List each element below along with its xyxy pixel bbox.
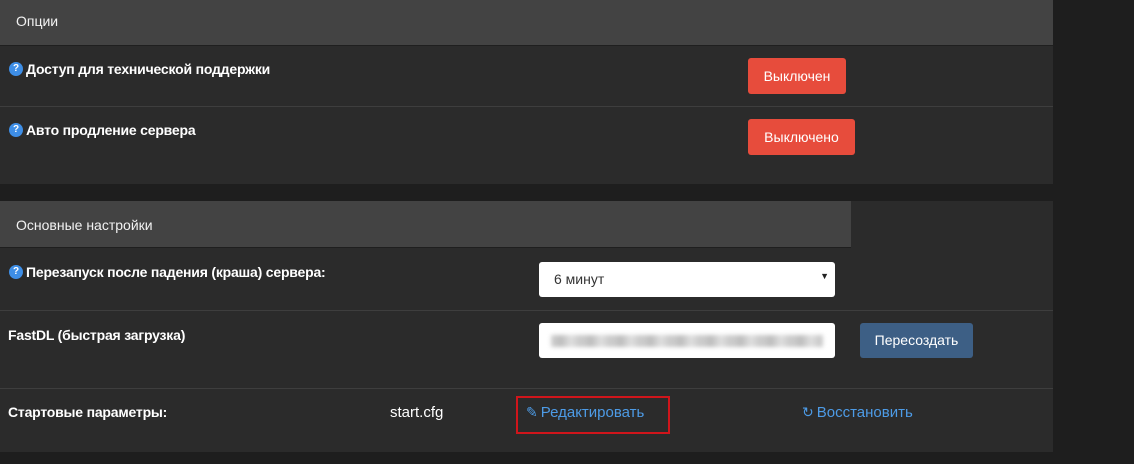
- options-panel-header: Опции: [0, 0, 1053, 46]
- main-settings-panel-title: Основные настройки: [16, 217, 153, 233]
- support-access-toggle-button[interactable]: Выключен: [748, 58, 846, 94]
- startup-params-label: Стартовые параметры:: [8, 404, 168, 420]
- refresh-icon: ↻: [802, 404, 814, 420]
- restart-delay-value: 6 минут: [554, 271, 605, 287]
- divider: [0, 106, 1053, 107]
- support-access-label: Доступ для технической поддержки: [26, 61, 271, 77]
- restart-delay-select[interactable]: 6 минут ▼: [539, 262, 835, 297]
- edit-config-label: Редактировать: [540, 404, 645, 421]
- main-settings-panel-header: Основные настройки: [0, 201, 851, 248]
- help-icon[interactable]: ?: [9, 62, 23, 76]
- edit-config-link[interactable]: ✎ Редактировать: [526, 404, 644, 421]
- pencil-icon: ✎: [526, 404, 538, 420]
- page: Опции ? Доступ для технической поддержки…: [0, 0, 1134, 464]
- restore-config-link[interactable]: ↻ Восстановить: [802, 404, 913, 421]
- help-icon[interactable]: ?: [9, 123, 23, 137]
- recreate-fastdl-button[interactable]: Пересоздать: [860, 323, 973, 358]
- restart-after-crash-label: Перезапуск после падения (краша) сервера…: [26, 264, 326, 280]
- caret-down-icon: ▼: [820, 271, 829, 281]
- auto-renew-toggle-button[interactable]: Выключено: [748, 119, 855, 155]
- restore-config-label: Восстановить: [816, 404, 913, 421]
- fastdl-url-field[interactable]: [539, 323, 835, 358]
- options-panel-title: Опции: [16, 13, 59, 29]
- divider: [0, 310, 1053, 311]
- auto-renew-label: Авто продление сервера: [26, 122, 196, 138]
- divider: [0, 388, 1053, 389]
- redacted-url: [551, 335, 823, 347]
- options-panel: Опции ? Доступ для технической поддержки…: [0, 0, 1053, 184]
- fastdl-label: FastDL (быстрая загрузка): [8, 327, 186, 343]
- help-icon[interactable]: ?: [9, 265, 23, 279]
- startup-config-filename: start.cfg: [390, 404, 444, 421]
